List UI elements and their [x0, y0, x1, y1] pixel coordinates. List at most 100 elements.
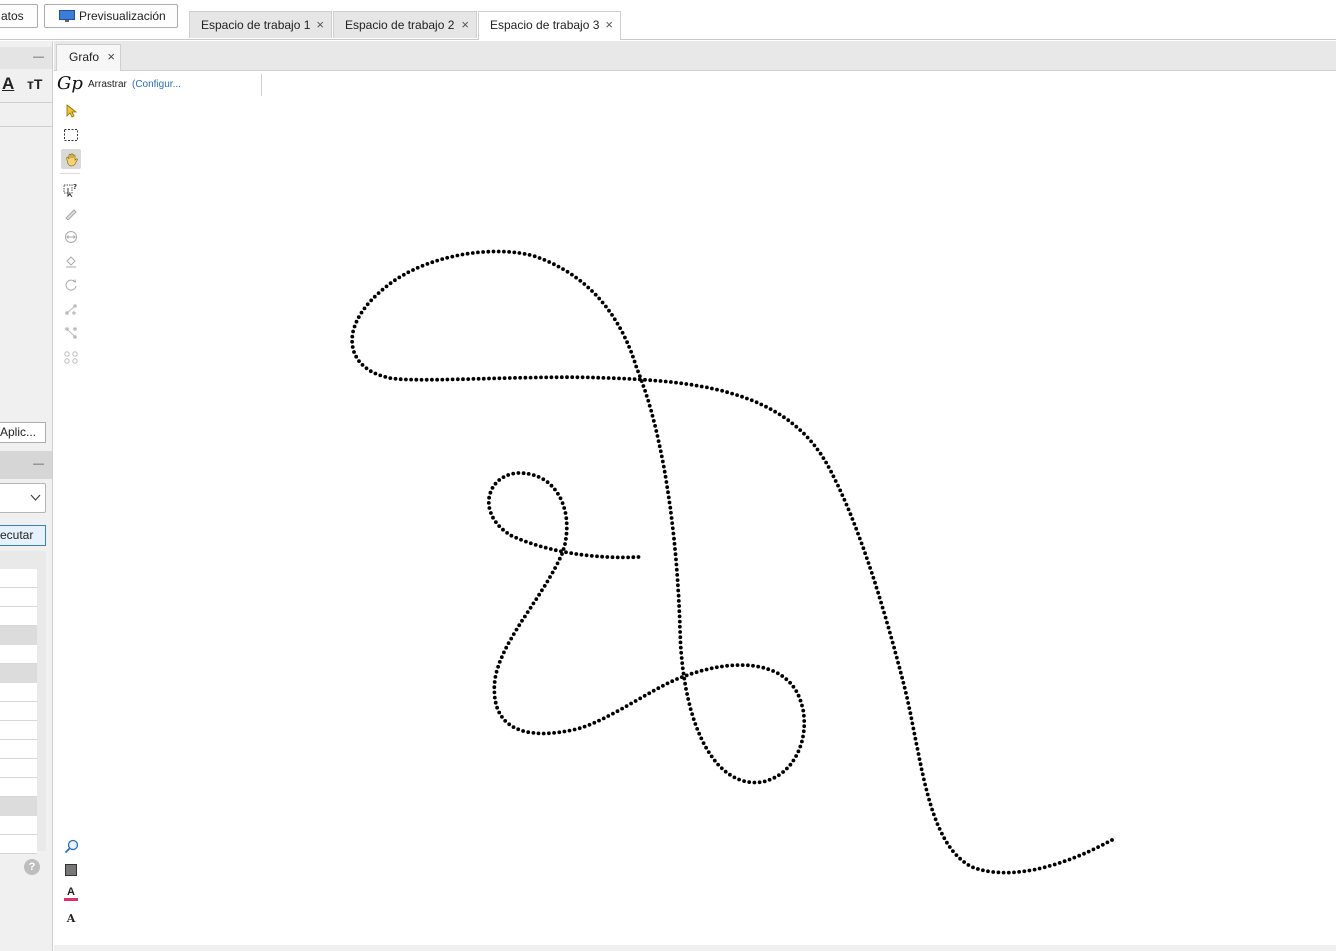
graph-node[interactable]	[544, 375, 549, 380]
graph-node[interactable]	[767, 777, 772, 782]
graph-node[interactable]	[925, 792, 930, 797]
graph-node[interactable]	[552, 731, 556, 735]
graph-node[interactable]	[641, 384, 646, 388]
graph-node[interactable]	[648, 378, 653, 383]
tab-grafo[interactable]: Grafo ×	[56, 44, 121, 71]
graph-node[interactable]	[657, 444, 662, 449]
graph-node[interactable]	[574, 275, 578, 280]
graph-node[interactable]	[638, 696, 643, 701]
graph-node[interactable]	[476, 376, 481, 381]
graph-node[interactable]	[801, 708, 806, 713]
graph-node[interactable]	[496, 664, 500, 669]
graph-node[interactable]	[559, 375, 564, 380]
graph-node[interactable]	[528, 605, 533, 610]
graph-node[interactable]	[627, 377, 632, 381]
graph-node[interactable]	[528, 541, 533, 546]
graph-node[interactable]	[481, 376, 486, 381]
graph-node[interactable]	[564, 526, 569, 531]
graph-node[interactable]	[476, 250, 480, 255]
graph-node[interactable]	[430, 377, 434, 382]
graph-node[interactable]	[802, 713, 806, 718]
graph-node[interactable]	[868, 566, 872, 570]
graph-node[interactable]	[618, 326, 622, 331]
graph-node[interactable]	[643, 389, 647, 393]
graph-node[interactable]	[481, 250, 485, 254]
property-row[interactable]	[0, 607, 37, 626]
preview-button[interactable]: Previsualización	[44, 4, 178, 28]
graph-node[interactable]	[631, 555, 636, 560]
graph-node[interactable]	[674, 380, 678, 385]
graph-node[interactable]	[690, 712, 695, 716]
rectangle-select-icon[interactable]	[61, 125, 81, 145]
graph-node[interactable]	[531, 731, 536, 735]
graph-node[interactable]	[465, 251, 470, 256]
graph-node[interactable]	[1012, 870, 1016, 875]
graph-node[interactable]	[781, 770, 785, 774]
graph-node[interactable]	[679, 381, 684, 386]
graph-node[interactable]	[673, 552, 678, 557]
graph-node[interactable]	[842, 497, 847, 502]
graph-node[interactable]	[415, 265, 420, 270]
graph-node[interactable]	[697, 731, 702, 736]
graph-node[interactable]	[513, 376, 517, 380]
graph-node[interactable]	[376, 291, 381, 295]
graph-node[interactable]	[550, 570, 555, 575]
graph-node[interactable]	[615, 321, 620, 326]
graph-node[interactable]	[923, 782, 927, 787]
graph-node[interactable]	[777, 773, 781, 777]
graph-node[interactable]	[859, 541, 864, 546]
graph-node[interactable]	[466, 377, 471, 381]
graph-node[interactable]	[372, 294, 377, 299]
graph-node[interactable]	[701, 741, 706, 745]
minimize-icon[interactable]: —	[33, 51, 44, 63]
graph-node[interactable]	[706, 750, 711, 754]
select-arrow-icon[interactable]	[61, 101, 81, 121]
graph-node[interactable]	[492, 690, 497, 695]
graph-node[interactable]	[668, 505, 673, 510]
graph-node[interactable]	[920, 772, 925, 777]
graph-node[interactable]	[912, 731, 917, 736]
graph-node[interactable]	[737, 777, 741, 782]
graph-node[interactable]	[537, 256, 542, 260]
graph-node[interactable]	[874, 585, 879, 590]
graph-node[interactable]	[667, 500, 672, 505]
graph-canvas[interactable]	[87, 99, 1336, 945]
graph-node[interactable]	[889, 635, 894, 640]
graph-node[interactable]	[794, 689, 799, 693]
graph-node[interactable]	[636, 555, 641, 559]
graph-node[interactable]	[661, 683, 665, 688]
graph-node[interactable]	[601, 376, 606, 380]
graph-node[interactable]	[493, 700, 498, 705]
shortest-path-icon[interactable]	[61, 347, 81, 367]
graph-node[interactable]	[525, 610, 530, 614]
graph-node[interactable]	[1052, 862, 1057, 867]
graph-node[interactable]	[575, 375, 580, 380]
graph-node[interactable]	[709, 754, 714, 759]
graph-node[interactable]	[577, 726, 582, 731]
graph-node[interactable]	[528, 375, 533, 380]
graph-node[interactable]	[1022, 869, 1027, 874]
graph-node[interactable]	[902, 685, 907, 690]
graph-node[interactable]	[600, 554, 604, 559]
graph-node[interactable]	[607, 308, 611, 313]
graph-node[interactable]	[564, 550, 568, 555]
direct-select-icon[interactable]: ?	[61, 179, 81, 199]
graph-node[interactable]	[564, 531, 569, 536]
graph-node[interactable]	[557, 556, 562, 561]
graph-node[interactable]	[694, 670, 699, 675]
graph-node[interactable]	[495, 705, 499, 710]
graph-node[interactable]	[494, 669, 499, 674]
graph-node[interactable]	[555, 561, 560, 566]
graph-node[interactable]	[590, 289, 594, 293]
graph-node[interactable]	[656, 686, 661, 691]
graph-node[interactable]	[435, 377, 439, 382]
graph-node[interactable]	[584, 553, 589, 558]
graph-node[interactable]	[545, 579, 550, 584]
graph-node[interactable]	[516, 727, 521, 732]
graph-node[interactable]	[756, 664, 761, 669]
graph-node[interactable]	[720, 664, 724, 669]
graph-node[interactable]	[359, 310, 364, 315]
bucket-icon[interactable]	[61, 251, 81, 271]
graph-node[interactable]	[688, 707, 693, 711]
graph-node[interactable]	[674, 567, 679, 572]
